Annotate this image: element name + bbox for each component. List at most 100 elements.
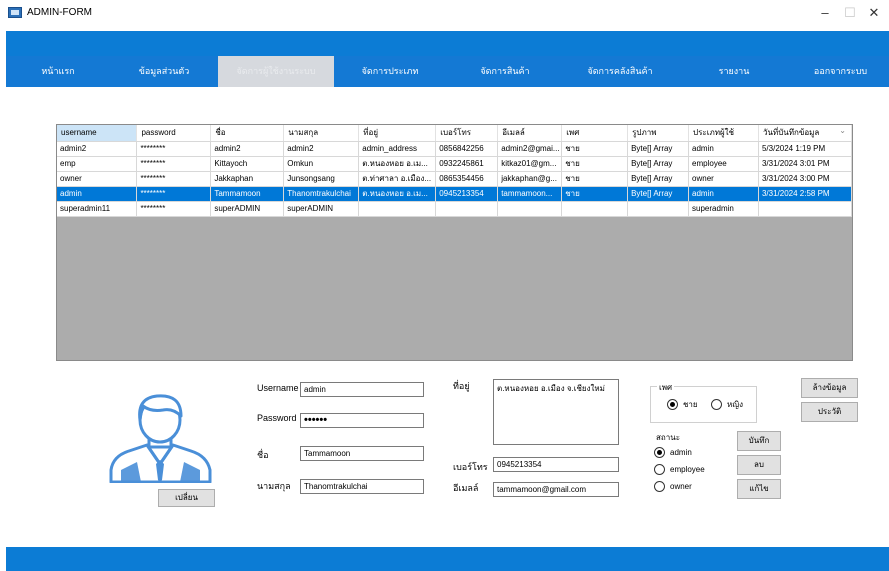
lastname-field[interactable]: Thanomtrakulchai [300,479,424,494]
table-cell[interactable]: ต.หนองหอย อ.เม... [358,186,437,202]
table-cell[interactable]: ******** [136,141,212,157]
table-cell[interactable]: owner [57,171,138,187]
menu-logout[interactable]: ออกจากระบบ [792,56,889,87]
table-cell[interactable]: superADMIN [283,201,360,217]
col-header-phone[interactable]: เบอร์โทร [435,125,499,142]
table-cell[interactable]: ชาย [561,156,629,172]
table-row[interactable]: admin ******** Tammamoon Thanomtrakulchai ต.… [57,186,853,202]
table-cell[interactable]: Kittayoch [210,156,285,172]
table-cell[interactable]: 3/31/2024 3:01 PM [758,156,853,172]
table-cell[interactable]: 3/31/2024 3:00 PM [758,171,853,187]
menu-user-management[interactable]: จัดการผู้ใช้งานระบบ [218,56,334,87]
status-admin-radio[interactable]: admin [654,447,692,458]
table-cell[interactable]: Byte[] Array [627,171,690,187]
table-cell[interactable]: admin2 [57,141,138,157]
close-button[interactable]: ✕ [864,4,884,22]
clear-button[interactable]: ล้างข้อมูล [801,378,858,398]
table-cell[interactable]: emp [57,156,138,172]
phone-field[interactable]: 0945213354 [493,457,619,472]
table-cell[interactable]: admin [688,141,759,157]
password-field[interactable]: •••••• [300,413,424,428]
table-cell[interactable]: ชาย [561,141,629,157]
menu-inventory-management[interactable]: จัดการคลังสินค้า [564,56,676,87]
table-cell[interactable]: ******** [136,156,212,172]
table-cell[interactable]: kitkaz01@gm... [497,156,563,172]
menu-report[interactable]: รายงาน [676,56,792,87]
table-cell[interactable]: Byte[] Array [627,186,690,202]
address-field[interactable]: ต.หนองหอย อ.เมือง จ.เชียงใหม่ [493,379,619,445]
menu-profile[interactable]: ข้อมูลส่วนตัว [110,56,218,87]
table-cell[interactable]: 3/31/2024 2:58 PM [758,186,853,202]
table-cell[interactable]: 0932245861 [435,156,499,172]
minimize-button[interactable]: – [815,4,835,22]
users-grid[interactable]: username password ชื่อ นามสกุล ที่อยู่ เ… [56,124,853,361]
table-cell[interactable]: superadmin11 [57,201,138,217]
delete-button[interactable]: ลบ [737,455,781,475]
firstname-field[interactable]: Tammamoon [300,446,424,461]
col-header-image[interactable]: รูปภาพ [627,125,690,142]
gender-female-radio[interactable]: หญิง [711,398,743,411]
menu-home[interactable]: หน้าแรก [6,56,110,87]
table-cell[interactable]: employee [688,156,759,172]
table-cell[interactable]: admin2 [283,141,360,157]
table-cell[interactable]: Omkun [283,156,360,172]
table-row[interactable]: superadmin11 ******** superADMIN superADMIN… [57,201,853,217]
table-row[interactable]: emp ******** Kittayoch Omkun ต.หนองหอย อ.เม.… [57,156,853,172]
table-cell[interactable]: superADMIN [210,201,285,217]
col-header-username[interactable]: username [57,125,138,142]
table-cell[interactable]: admin2@gmai... [497,141,563,157]
col-header-address[interactable]: ที่อยู่ [358,125,437,142]
table-cell[interactable]: ต.ท่าศาลา อ.เมือง... [358,171,437,187]
table-cell[interactable]: 0865354456 [435,171,499,187]
col-header-password[interactable]: password [136,125,212,142]
table-cell[interactable]: Junsongsang [283,171,360,187]
table-cell[interactable]: jakkaphan@g... [497,171,563,187]
email-field[interactable]: tammamoon@gmail.com [493,482,619,497]
table-cell[interactable]: 5/3/2024 1:19 PM [758,141,853,157]
col-header-usertype[interactable]: ประเภทผู้ใช้ [688,125,759,142]
save-button[interactable]: บันทึก [737,431,781,451]
table-cell[interactable]: admin2 [210,141,285,157]
table-cell[interactable]: owner [688,171,759,187]
table-cell[interactable]: 0945213354 [435,186,499,202]
table-cell[interactable] [627,201,690,217]
col-header-firstname[interactable]: ชื่อ [210,125,285,142]
table-cell[interactable]: superadmin [688,201,759,217]
table-cell[interactable]: ******** [136,201,212,217]
col-header-date[interactable]: วันที่บันทึกข้อมูล ⌄ [758,125,853,142]
table-row[interactable]: admin2 ******** admin2 admin2 admin_address 0… [57,141,853,157]
table-cell[interactable] [561,201,629,217]
table-cell[interactable]: ต.หนองหอย อ.เม... [358,156,437,172]
table-cell[interactable]: 0856842256 [435,141,499,157]
table-cell[interactable]: Jakkaphan [210,171,285,187]
table-cell[interactable] [497,201,563,217]
table-cell[interactable]: admin_address [358,141,437,157]
edit-button[interactable]: แก้ไข [737,479,781,499]
col-header-email[interactable]: อีเมลล์ [497,125,563,142]
table-cell[interactable]: admin [57,186,138,202]
table-cell[interactable]: ******** [136,171,212,187]
status-employee-radio[interactable]: employee [654,464,705,475]
change-photo-button[interactable]: เปลี่ยน [158,489,215,507]
status-owner-radio[interactable]: owner [654,481,692,492]
history-button[interactable]: ประวัติ [801,402,858,422]
menu-category-management[interactable]: จัดการประเภท [334,56,446,87]
menu-product-management[interactable]: จัดการสินค้า [446,56,564,87]
table-cell[interactable]: Byte[] Array [627,156,690,172]
table-cell[interactable] [435,201,499,217]
table-cell[interactable]: Byte[] Array [627,141,690,157]
table-cell[interactable]: ชาย [561,171,629,187]
table-cell[interactable]: admin [688,186,759,202]
username-field[interactable]: admin [300,382,424,397]
table-cell[interactable] [758,201,853,217]
table-cell[interactable]: ชาย [561,186,629,202]
col-header-lastname[interactable]: นามสกุล [283,125,360,142]
table-cell[interactable]: Tammamoon [210,186,285,202]
table-row[interactable]: owner ******** Jakkaphan Junsongsang ต.ท่าศา… [57,171,853,187]
gender-male-radio[interactable]: ชาย [667,398,698,411]
col-header-gender[interactable]: เพศ [561,125,629,142]
table-cell[interactable]: tammamoon... [497,186,563,202]
table-cell[interactable] [358,201,437,217]
table-cell[interactable]: Thanomtrakulchai [283,186,360,202]
table-cell[interactable]: ******** [136,186,212,202]
